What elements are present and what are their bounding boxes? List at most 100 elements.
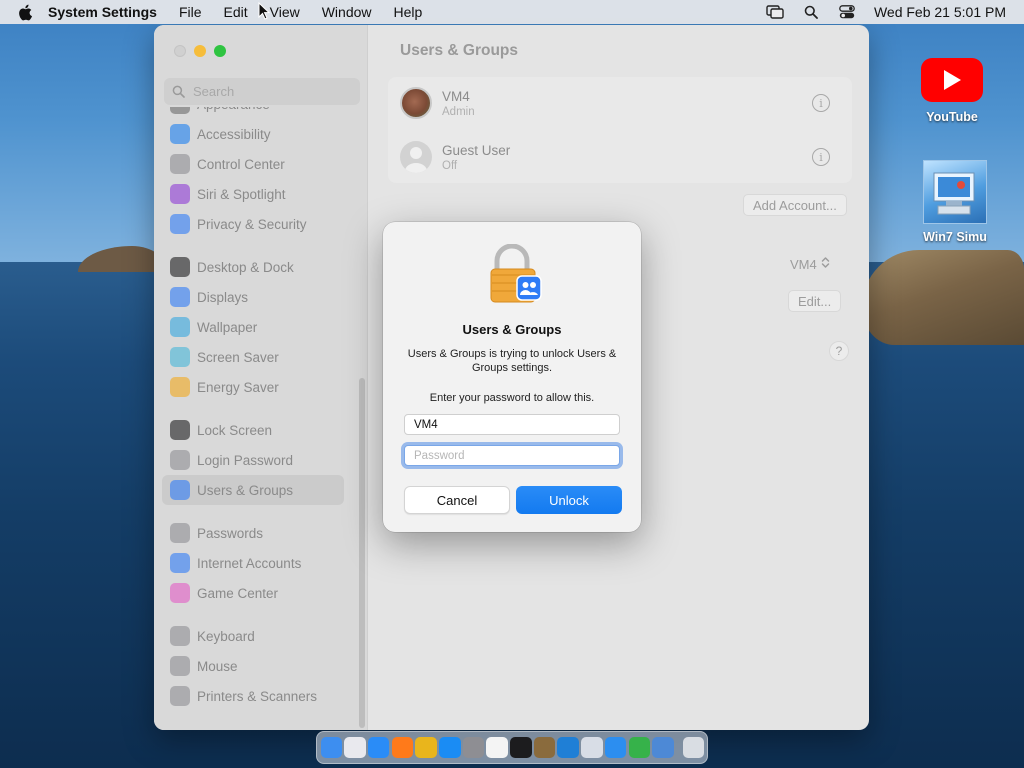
- minimize-window-button[interactable]: [194, 45, 206, 57]
- apple-menu-icon[interactable]: [18, 3, 34, 21]
- sidebar-item-screen-saver[interactable]: Screen Saver: [162, 342, 344, 372]
- safari-icon[interactable]: [367, 736, 390, 759]
- control-center-icon: [170, 154, 190, 174]
- user-name: Guest User: [442, 142, 511, 158]
- desktop-icon-label: YouTube: [926, 110, 978, 124]
- preview-icon[interactable]: [581, 736, 603, 759]
- edit-button[interactable]: Edit...: [788, 290, 842, 312]
- control-center-icon[interactable]: [838, 4, 856, 20]
- sidebar-item-accessibility[interactable]: Accessibility: [162, 119, 344, 149]
- sidebar-item-label: Lock Screen: [197, 422, 273, 438]
- sidebar-item-siri-spotlight[interactable]: Siri & Spotlight: [162, 179, 344, 209]
- sidebar-item-login-password[interactable]: Login Password: [162, 445, 344, 475]
- user-name: VM4: [442, 88, 470, 104]
- sidebar-item-mouse[interactable]: Mouse: [162, 651, 344, 681]
- sidebar-item-keyboard[interactable]: Keyboard: [162, 621, 344, 651]
- accessibility-icon: [170, 124, 190, 144]
- login-password-icon: [170, 450, 190, 470]
- dock-icon: [170, 257, 190, 277]
- sidebar-scrollbar[interactable]: [359, 378, 365, 728]
- sidebar-item-label: Accessibility: [197, 126, 271, 142]
- vscode-icon[interactable]: [557, 736, 579, 759]
- icloud-icon[interactable]: [604, 736, 627, 759]
- sidebar-item-internet-accounts[interactable]: Internet Accounts: [162, 548, 344, 578]
- password-field[interactable]: [404, 445, 620, 466]
- lock-icon: [490, 244, 542, 303]
- add-account-button[interactable]: Add Account...: [743, 194, 847, 216]
- close-window-button[interactable]: [174, 45, 186, 57]
- sidebar-search-field[interactable]: Search: [164, 78, 360, 105]
- sidebar-item-game-center[interactable]: Game Center: [162, 578, 344, 608]
- sidebar-item-label: Energy Saver: [197, 379, 279, 395]
- menu-bar: System Settings File Edit View Window He…: [0, 0, 1024, 24]
- spotlight-search-icon[interactable]: [802, 4, 820, 20]
- finder-icon[interactable]: [320, 736, 343, 759]
- launchpad-icon[interactable]: [344, 736, 366, 759]
- app-store-icon[interactable]: [439, 736, 461, 759]
- terminal-icon[interactable]: [510, 736, 532, 759]
- sidebar-item-passwords[interactable]: Passwords: [162, 518, 344, 548]
- dock: [316, 731, 708, 764]
- at-icon: [170, 553, 190, 573]
- automatic-login-popup[interactable]: VM4: [790, 256, 830, 272]
- user-row-guest[interactable]: Guest User Off i: [400, 137, 840, 177]
- unlock-button[interactable]: Unlock: [516, 486, 622, 514]
- menu-edit[interactable]: Edit: [224, 4, 248, 20]
- desktop-icon-youtube[interactable]: YouTube: [907, 58, 997, 124]
- sidebar-item-label: Siri & Spotlight: [197, 186, 286, 202]
- trash-icon[interactable]: [682, 736, 705, 759]
- zoom-window-button[interactable]: [214, 45, 226, 57]
- numbers-icon[interactable]: [628, 736, 651, 759]
- screen-mirroring-icon[interactable]: [766, 4, 784, 20]
- energy-icon: [170, 377, 190, 397]
- menu-file[interactable]: File: [179, 4, 202, 20]
- automatic-login-value: VM4: [790, 256, 817, 272]
- search-placeholder: Search: [193, 84, 235, 99]
- sidebar-item-label: Users & Groups: [197, 482, 294, 498]
- user-row-vm4[interactable]: VM4 Admin i: [400, 83, 840, 123]
- chrome-icon[interactable]: [415, 736, 437, 759]
- info-icon[interactable]: i: [812, 148, 830, 166]
- sidebar-list: Appearance Accessibility Control Center Sir…: [162, 107, 362, 727]
- migration-icon[interactable]: [652, 736, 674, 759]
- info-icon[interactable]: i: [812, 94, 830, 112]
- game-center-icon: [170, 583, 190, 603]
- sidebar-item-energy-saver[interactable]: Energy Saver: [162, 372, 344, 402]
- menu-view[interactable]: View: [270, 4, 300, 20]
- displays-icon: [170, 287, 190, 307]
- menu-bar-clock[interactable]: Wed Feb 21 5:01 PM: [874, 4, 1006, 20]
- help-button[interactable]: ?: [829, 341, 849, 361]
- key-icon: [170, 523, 190, 543]
- sidebar-item-label: Appearance: [197, 107, 270, 112]
- system-settings-icon[interactable]: [462, 736, 485, 759]
- menu-help[interactable]: Help: [394, 4, 423, 20]
- username-field[interactable]: [404, 414, 620, 435]
- sidebar-item-desktop-dock[interactable]: Desktop & Dock: [162, 252, 344, 282]
- desktop-icon-label: Win7 Simu: [923, 230, 987, 244]
- sidebar-item-users-groups[interactable]: Users & Groups: [162, 475, 344, 505]
- menu-app-name[interactable]: System Settings: [48, 4, 157, 20]
- sidebar-item-label: Passwords: [197, 525, 264, 541]
- keyboard-icon: [170, 626, 190, 646]
- script-editor-icon[interactable]: [533, 736, 556, 759]
- textedit-icon[interactable]: [486, 736, 508, 759]
- sidebar-item-appearance[interactable]: Appearance: [162, 107, 344, 119]
- sidebar-item-lock-screen[interactable]: Lock Screen: [162, 415, 344, 445]
- sidebar-item-label: Control Center: [197, 156, 285, 172]
- sidebar-item-wallpaper[interactable]: Wallpaper: [162, 312, 344, 342]
- firefox-icon[interactable]: [391, 736, 414, 759]
- sidebar-item-printers-scanners[interactable]: Printers & Scanners: [162, 681, 344, 711]
- cancel-button[interactable]: Cancel: [404, 486, 510, 514]
- menu-window[interactable]: Window: [322, 4, 372, 20]
- unlock-dialog: Users & Groups Users & Groups is trying …: [383, 222, 641, 532]
- mouse-icon: [170, 656, 190, 676]
- sidebar-item-privacy-security[interactable]: Privacy & Security: [162, 209, 344, 239]
- desktop-island-right: [862, 250, 1024, 345]
- win7-simu-icon: [923, 160, 987, 224]
- sidebar-item-label: Printers & Scanners: [197, 688, 318, 704]
- youtube-icon: [921, 58, 983, 102]
- desktop-icon-win7-simu[interactable]: Win7 Simu: [910, 160, 1000, 244]
- wallpaper-icon: [170, 317, 190, 337]
- sidebar-item-control-center[interactable]: Control Center: [162, 149, 344, 179]
- sidebar-item-displays[interactable]: Displays: [162, 282, 344, 312]
